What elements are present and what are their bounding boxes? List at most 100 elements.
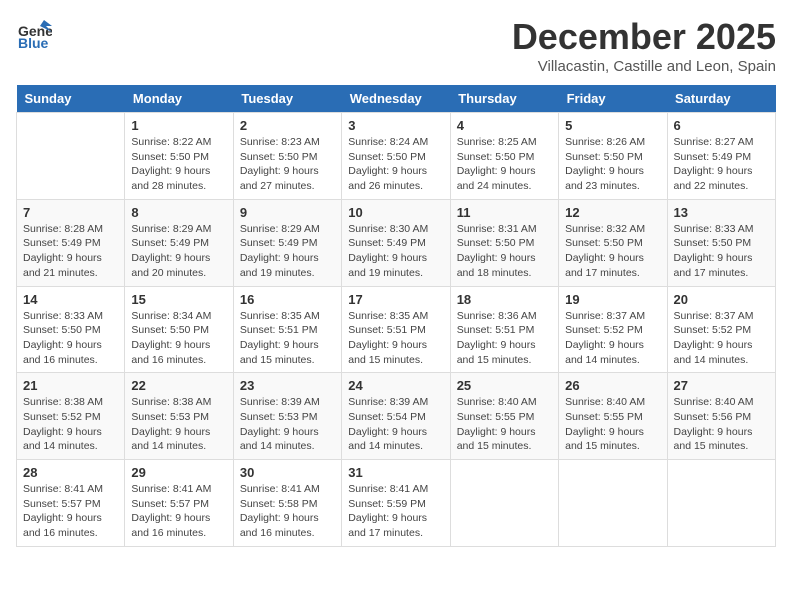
calendar-cell: 31 Sunrise: 8:41 AMSunset: 5:59 PMDayligh… [342, 460, 450, 547]
day-header-monday: Monday [125, 85, 233, 113]
calendar-cell [450, 460, 558, 547]
day-info: Sunrise: 8:26 AMSunset: 5:50 PMDaylight:… [565, 135, 660, 194]
day-info: Sunrise: 8:40 AMSunset: 5:55 PMDaylight:… [457, 395, 552, 454]
day-number: 19 [565, 292, 660, 307]
day-info: Sunrise: 8:29 AMSunset: 5:49 PMDaylight:… [131, 222, 226, 281]
calendar-cell: 23 Sunrise: 8:39 AMSunset: 5:53 PMDayligh… [233, 373, 341, 460]
day-info: Sunrise: 8:36 AMSunset: 5:51 PMDaylight:… [457, 309, 552, 368]
calendar-cell: 8 Sunrise: 8:29 AMSunset: 5:49 PMDaylight… [125, 199, 233, 286]
calendar-week-row: 21 Sunrise: 8:38 AMSunset: 5:52 PMDayligh… [17, 373, 776, 460]
calendar-cell: 22Sunrise: 8:38 AMSunset: 5:53 PMDayligh… [125, 373, 233, 460]
day-number: 4 [457, 118, 552, 133]
calendar-cell: 30 Sunrise: 8:41 AMSunset: 5:58 PMDayligh… [233, 460, 341, 547]
day-number: 12 [565, 205, 660, 220]
day-info: Sunrise: 8:40 AMSunset: 5:56 PMDaylight:… [674, 395, 769, 454]
day-info: Sunrise: 8:37 AMSunset: 5:52 PMDaylight:… [565, 309, 660, 368]
day-number: 31 [348, 465, 443, 480]
calendar-cell: 11 Sunrise: 8:31 AMSunset: 5:50 PMDayligh… [450, 199, 558, 286]
day-info: Sunrise: 8:29 AMSunset: 5:49 PMDaylight:… [240, 222, 335, 281]
calendar-header-row: SundayMondayTuesdayWednesdayThursdayFrid… [17, 85, 776, 113]
calendar-cell [667, 460, 775, 547]
day-number: 23 [240, 378, 335, 393]
calendar-week-row: 7 Sunrise: 8:28 AMSunset: 5:49 PMDaylight… [17, 199, 776, 286]
calendar-cell: 18Sunrise: 8:36 AMSunset: 5:51 PMDayligh… [450, 286, 558, 373]
calendar-body: 1 Sunrise: 8:22 AMSunset: 5:50 PMDaylight… [17, 113, 776, 547]
calendar-cell: 14Sunrise: 8:33 AMSunset: 5:50 PMDayligh… [17, 286, 125, 373]
day-number: 29 [131, 465, 226, 480]
day-info: Sunrise: 8:41 AMSunset: 5:59 PMDaylight:… [348, 482, 443, 541]
day-number: 6 [674, 118, 769, 133]
svg-text:Blue: Blue [18, 35, 49, 51]
day-header-friday: Friday [559, 85, 667, 113]
calendar-cell: 5 Sunrise: 8:26 AMSunset: 5:50 PMDaylight… [559, 113, 667, 200]
calendar-cell: 24 Sunrise: 8:39 AMSunset: 5:54 PMDayligh… [342, 373, 450, 460]
day-number: 5 [565, 118, 660, 133]
day-info: Sunrise: 8:38 AMSunset: 5:52 PMDaylight:… [23, 395, 118, 454]
calendar-cell: 7 Sunrise: 8:28 AMSunset: 5:49 PMDaylight… [17, 199, 125, 286]
day-number: 21 [23, 378, 118, 393]
day-number: 28 [23, 465, 118, 480]
day-header-sunday: Sunday [17, 85, 125, 113]
logo: General Blue [16, 16, 52, 57]
day-info: Sunrise: 8:32 AMSunset: 5:50 PMDaylight:… [565, 222, 660, 281]
calendar-cell: 28 Sunrise: 8:41 AMSunset: 5:57 PMDayligh… [17, 460, 125, 547]
day-number: 9 [240, 205, 335, 220]
calendar-cell: 16Sunrise: 8:35 AMSunset: 5:51 PMDayligh… [233, 286, 341, 373]
calendar-cell: 19 Sunrise: 8:37 AMSunset: 5:52 PMDayligh… [559, 286, 667, 373]
day-info: Sunrise: 8:38 AMSunset: 5:53 PMDaylight:… [131, 395, 226, 454]
day-number: 25 [457, 378, 552, 393]
day-header-saturday: Saturday [667, 85, 775, 113]
calendar-cell: 20 Sunrise: 8:37 AMSunset: 5:52 PMDayligh… [667, 286, 775, 373]
day-number: 20 [674, 292, 769, 307]
day-info: Sunrise: 8:22 AMSunset: 5:50 PMDaylight:… [131, 135, 226, 194]
day-number: 10 [348, 205, 443, 220]
month-title: December 2025 [512, 16, 776, 58]
day-number: 24 [348, 378, 443, 393]
calendar-cell [17, 113, 125, 200]
calendar-cell: 29 Sunrise: 8:41 AMSunset: 5:57 PMDayligh… [125, 460, 233, 547]
day-info: Sunrise: 8:41 AMSunset: 5:58 PMDaylight:… [240, 482, 335, 541]
day-number: 27 [674, 378, 769, 393]
calendar-cell: 4 Sunrise: 8:25 AMSunset: 5:50 PMDaylight… [450, 113, 558, 200]
calendar-cell: 3 Sunrise: 8:24 AMSunset: 5:50 PMDaylight… [342, 113, 450, 200]
calendar-cell: 2 Sunrise: 8:23 AMSunset: 5:50 PMDaylight… [233, 113, 341, 200]
day-info: Sunrise: 8:24 AMSunset: 5:50 PMDaylight:… [348, 135, 443, 194]
calendar-cell: 25 Sunrise: 8:40 AMSunset: 5:55 PMDayligh… [450, 373, 558, 460]
day-info: Sunrise: 8:41 AMSunset: 5:57 PMDaylight:… [131, 482, 226, 541]
title-area: December 2025 Villacastin, Castille and … [512, 16, 776, 75]
day-info: Sunrise: 8:30 AMSunset: 5:49 PMDaylight:… [348, 222, 443, 281]
day-info: Sunrise: 8:33 AMSunset: 5:50 PMDaylight:… [674, 222, 769, 281]
day-number: 17 [348, 292, 443, 307]
day-number: 8 [131, 205, 226, 220]
day-info: Sunrise: 8:39 AMSunset: 5:53 PMDaylight:… [240, 395, 335, 454]
day-number: 1 [131, 118, 226, 133]
day-info: Sunrise: 8:23 AMSunset: 5:50 PMDaylight:… [240, 135, 335, 194]
day-info: Sunrise: 8:31 AMSunset: 5:50 PMDaylight:… [457, 222, 552, 281]
calendar-cell: 1 Sunrise: 8:22 AMSunset: 5:50 PMDaylight… [125, 113, 233, 200]
day-header-wednesday: Wednesday [342, 85, 450, 113]
day-info: Sunrise: 8:39 AMSunset: 5:54 PMDaylight:… [348, 395, 443, 454]
day-info: Sunrise: 8:37 AMSunset: 5:52 PMDaylight:… [674, 309, 769, 368]
day-info: Sunrise: 8:34 AMSunset: 5:50 PMDaylight:… [131, 309, 226, 368]
header: General Blue December 2025 Villacastin, … [16, 16, 776, 75]
day-info: Sunrise: 8:25 AMSunset: 5:50 PMDaylight:… [457, 135, 552, 194]
day-info: Sunrise: 8:40 AMSunset: 5:55 PMDaylight:… [565, 395, 660, 454]
day-number: 30 [240, 465, 335, 480]
calendar-cell [559, 460, 667, 547]
day-header-tuesday: Tuesday [233, 85, 341, 113]
day-number: 13 [674, 205, 769, 220]
day-info: Sunrise: 8:35 AMSunset: 5:51 PMDaylight:… [240, 309, 335, 368]
day-number: 2 [240, 118, 335, 133]
calendar-week-row: 1 Sunrise: 8:22 AMSunset: 5:50 PMDaylight… [17, 113, 776, 200]
day-info: Sunrise: 8:27 AMSunset: 5:49 PMDaylight:… [674, 135, 769, 194]
day-number: 3 [348, 118, 443, 133]
calendar-cell: 17Sunrise: 8:35 AMSunset: 5:51 PMDayligh… [342, 286, 450, 373]
day-info: Sunrise: 8:33 AMSunset: 5:50 PMDaylight:… [23, 309, 118, 368]
day-info: Sunrise: 8:41 AMSunset: 5:57 PMDaylight:… [23, 482, 118, 541]
day-info: Sunrise: 8:28 AMSunset: 5:49 PMDaylight:… [23, 222, 118, 281]
calendar-cell: 26Sunrise: 8:40 AMSunset: 5:55 PMDayligh… [559, 373, 667, 460]
location-title: Villacastin, Castille and Leon, Spain [512, 58, 776, 75]
day-number: 7 [23, 205, 118, 220]
day-number: 11 [457, 205, 552, 220]
calendar-cell: 21 Sunrise: 8:38 AMSunset: 5:52 PMDayligh… [17, 373, 125, 460]
